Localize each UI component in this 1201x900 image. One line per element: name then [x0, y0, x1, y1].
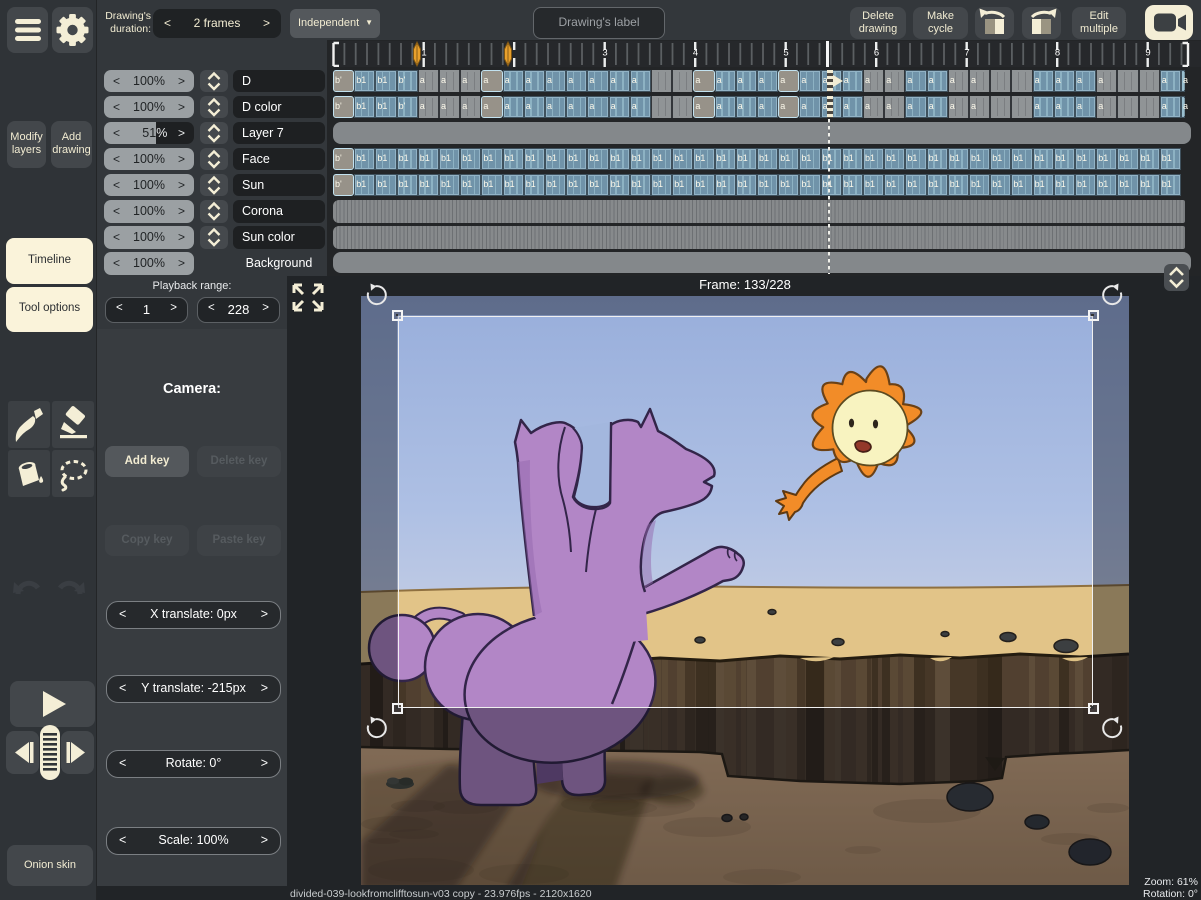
svg-text:3: 3 [602, 48, 607, 59]
svg-text:4: 4 [693, 48, 698, 59]
svg-text:7: 7 [964, 48, 969, 59]
svg-text:8: 8 [1055, 48, 1060, 59]
svg-text:6: 6 [874, 48, 879, 59]
svg-text:1: 1 [421, 48, 426, 59]
svg-text:5: 5 [783, 48, 788, 59]
svg-text:9: 9 [1145, 48, 1150, 59]
